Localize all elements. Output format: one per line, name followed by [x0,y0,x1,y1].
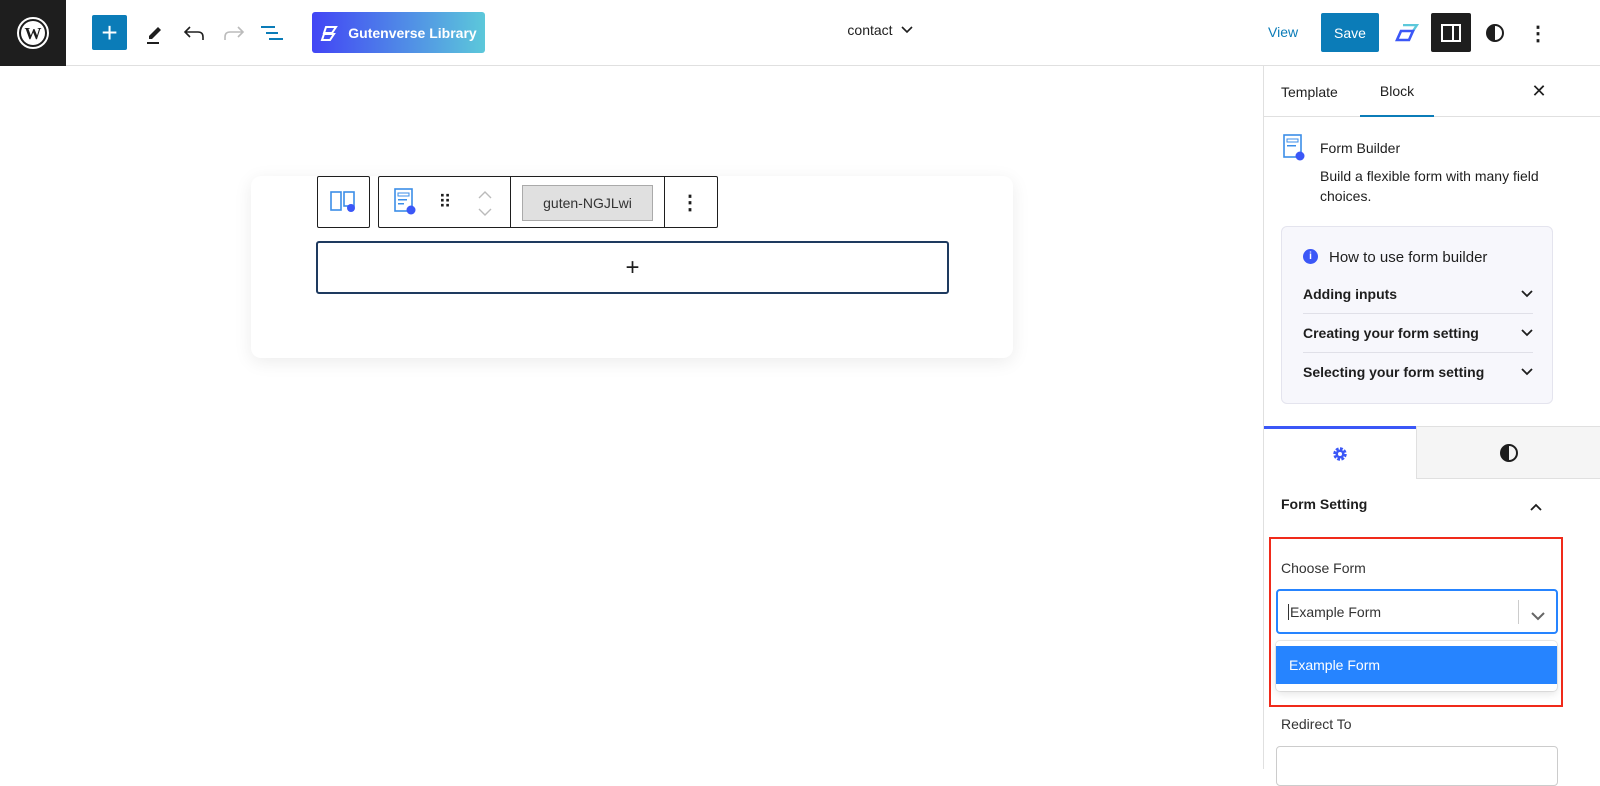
tab-style[interactable] [1416,426,1600,479]
drag-handle[interactable]: ⠿ [431,187,459,217]
undo-icon [183,26,204,40]
tab-settings[interactable] [1264,426,1416,479]
section-title: Form Setting [1281,496,1368,512]
accordion-label: Adding inputs [1303,285,1398,302]
tab-block[interactable]: Block [1360,66,1434,117]
redo-icon [224,26,245,40]
block-options-button[interactable]: ⋮ [674,187,706,217]
document-overview-button[interactable] [258,18,286,48]
editor-canvas [0,66,1263,769]
tab-template[interactable]: Template [1281,66,1338,117]
contrast-icon [1499,443,1518,462]
chevron-up-icon [1530,503,1542,511]
contrast-icon [1486,24,1504,42]
more-vertical-icon: ⋮ [1528,22,1548,45]
top-toolbar: W + Gutenverse Library contact View Save… [0,0,1600,66]
gutenverse-logo-icon [320,25,339,41]
settings-sidebar-toggle[interactable] [1431,13,1471,52]
info-icon: i [1303,249,1318,264]
accordion-selecting-form[interactable]: Selecting your form setting [1303,352,1533,391]
redirect-label: Redirect To [1281,716,1352,732]
wordpress-icon: W [17,17,49,49]
divider [1518,600,1519,624]
block-description: Build a flexible form with many field ch… [1320,168,1539,204]
form-container-icon [329,191,355,212]
sidebar-icon [1441,23,1461,42]
accordion-creating-form[interactable]: Creating your form setting [1303,313,1533,352]
chevron-down-icon [900,26,913,34]
accordion-adding-inputs[interactable]: Adding inputs [1303,274,1533,313]
gutenverse-icon [1395,24,1419,42]
document-title-button[interactable]: contact [800,22,960,38]
gutenverse-library-button[interactable]: Gutenverse Library [312,12,485,53]
anchor-button[interactable]: guten-NGJLwi [522,185,653,221]
drag-icon: ⠿ [438,191,452,212]
option-example-form[interactable]: Example Form [1276,646,1557,684]
wordpress-logo-button[interactable]: W [0,0,66,66]
block-appender[interactable]: + [316,241,949,294]
choose-form-menu: Example Form [1276,641,1557,691]
redo-button[interactable] [220,18,248,48]
settings-sidebar: Template Block ✕ Form Builder Build a fl… [1263,66,1600,786]
gear-icon [1333,447,1347,461]
parent-block-button[interactable] [317,176,370,228]
add-block-button[interactable]: + [92,15,127,50]
form-builder-block-icon [1282,134,1306,167]
close-sidebar-button[interactable]: ✕ [1526,78,1552,104]
accordion-label: Creating your form setting [1303,325,1479,341]
collapse-section-button[interactable] [1530,498,1542,516]
redirect-input[interactable] [1276,746,1558,786]
form-builder-icon [394,188,416,215]
block-name: Form Builder [1320,140,1401,156]
chevron-down-icon [1521,329,1533,337]
block-toolbar: ⠿ guten-NGJLwi ⋮ [378,176,718,228]
chevron-down-icon [1521,289,1533,297]
choose-form-select[interactable]: Example Form [1276,589,1558,634]
selected-value: Example Form [1288,604,1382,620]
view-link[interactable]: View [1268,24,1298,40]
plus-icon: + [101,16,118,48]
block-type-button[interactable] [389,187,421,217]
chevron-down-icon [1531,612,1545,621]
tools-button[interactable] [140,18,168,48]
howto-panel: i How to use form builder Adding inputs … [1281,226,1553,404]
gutenverse-button[interactable] [1392,18,1422,48]
svg-text:W: W [25,24,42,43]
divider [664,177,665,227]
move-buttons[interactable] [473,185,497,221]
save-button[interactable]: Save [1321,13,1379,52]
plus-icon: + [625,253,640,281]
styles-button[interactable] [1481,18,1509,48]
list-view-icon [261,26,283,40]
document-title: contact [847,22,893,38]
chevron-up-down-icon [478,191,492,216]
chevron-down-icon [1521,368,1533,376]
more-vertical-icon: ⋮ [680,191,700,214]
choose-form-label: Choose Form [1281,560,1366,576]
undo-button[interactable] [180,18,208,48]
library-label: Gutenverse Library [348,24,477,41]
close-icon: ✕ [1531,80,1547,101]
divider [510,177,511,227]
options-menu-button[interactable]: ⋮ [1524,18,1552,48]
accordion-label: Selecting your form setting [1303,364,1485,380]
howto-title: How to use form builder [1329,249,1488,266]
pencil-icon [147,27,161,44]
